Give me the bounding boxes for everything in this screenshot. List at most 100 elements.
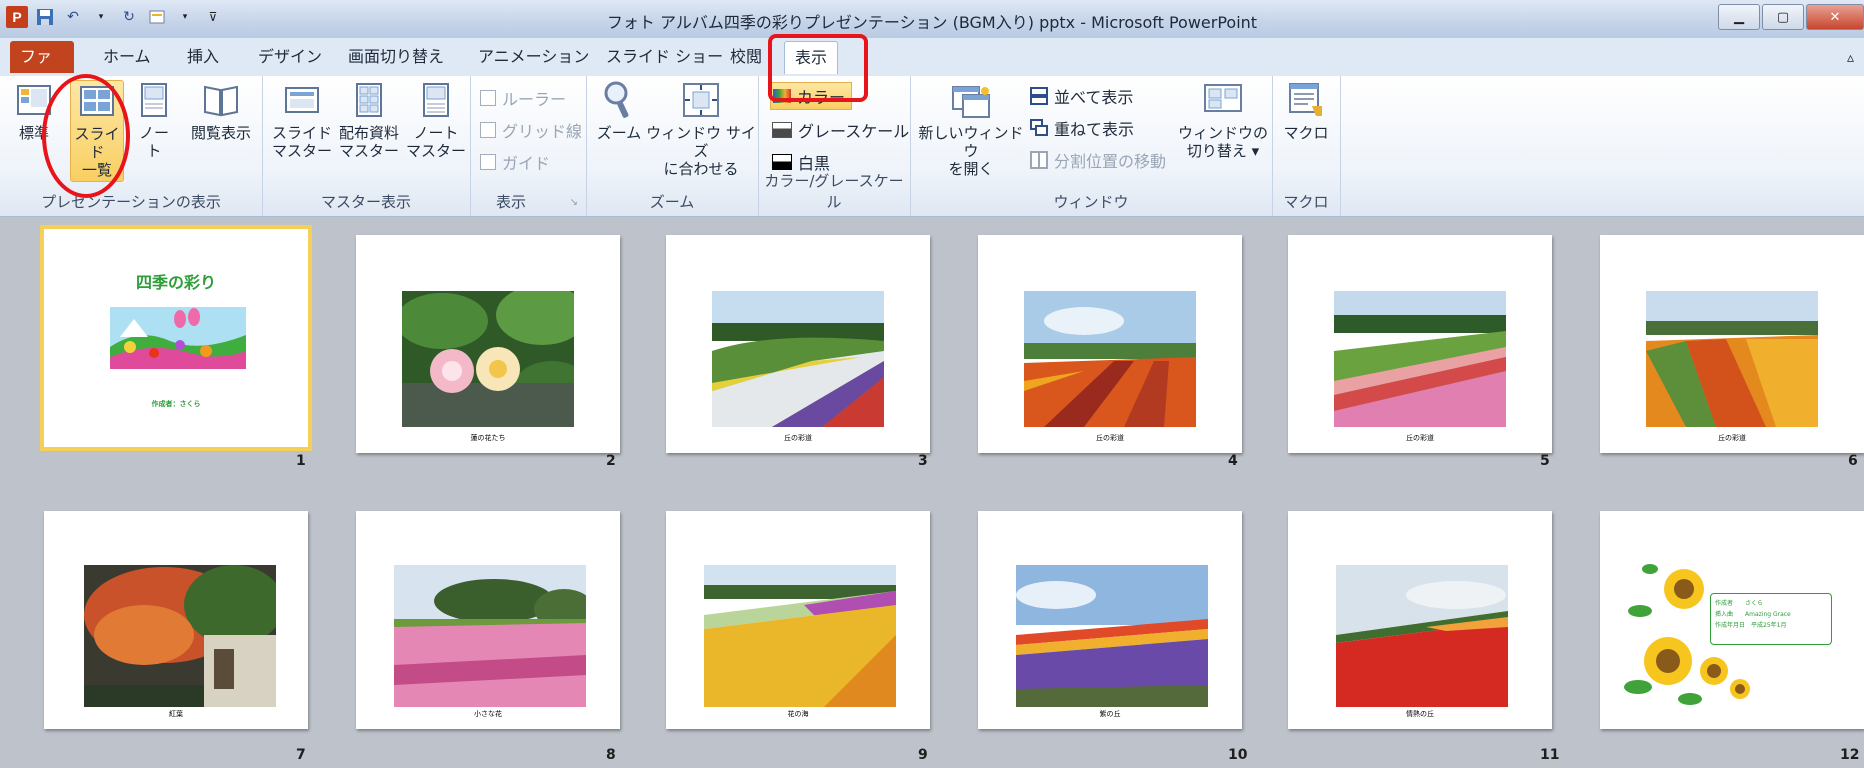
notes-master-button[interactable]: ノート マスター [406, 80, 466, 160]
slide-caption: 丘の彩道 [1718, 434, 1746, 442]
slide-master-label-2: マスター [272, 142, 333, 160]
cascade-icon [1030, 119, 1048, 136]
yellow-flower-field-photo [704, 565, 896, 707]
switch-windows-icon [1203, 80, 1243, 120]
notes-master-label-2: マスター [406, 142, 467, 160]
tab-slideshow[interactable]: スライド ショー [596, 41, 733, 73]
gridlines-check-icon [480, 122, 496, 138]
move-split-label: 分割位置の移動 [1054, 152, 1167, 171]
title-bar: P ↶ ▾ ↻ ▾ ⊽ フォト アルバム四季の彩りプレゼンテーション (BGM入… [0, 0, 1864, 39]
slide-thumbnail-9[interactable]: 花の海 [666, 511, 930, 729]
tab-animations[interactable]: アニメーション [468, 41, 599, 73]
close-button[interactable]: ✕ [1806, 4, 1864, 30]
new-window-label-1: 新しいウィンドウ [918, 124, 1024, 160]
annotation-box-view-tab [768, 34, 868, 102]
flower-field-photo [1024, 291, 1196, 427]
slide-number-5: 5 [1540, 453, 1550, 469]
slide-caption: 情熱の丘 [1406, 710, 1434, 718]
switch-windows-button[interactable]: ウィンドウの 切り替え ▾ [1178, 80, 1268, 160]
group-macros-label: マクロ [1283, 193, 1329, 211]
black-white-icon [772, 154, 792, 170]
slide-thumbnail-4[interactable]: 丘の彩道 [978, 235, 1242, 453]
maximize-button[interactable]: ▢ [1762, 4, 1804, 30]
new-window-label-2: を開く [948, 160, 994, 178]
minimize-button[interactable]: ▁ [1718, 4, 1760, 30]
slide-number-7: 7 [296, 747, 306, 763]
tab-insert[interactable]: 挿入 [177, 41, 229, 73]
fit-to-window-label-1: ウィンドウ サイズ [646, 124, 756, 160]
tab-home[interactable]: ホーム [93, 41, 161, 73]
slide-author-text: 作成者：さくら [151, 400, 201, 408]
gridlines-label: グリッド線 [502, 122, 583, 141]
fit-to-window-label-2: に合わせる [663, 160, 739, 178]
slide-number-1: 1 [296, 453, 306, 469]
handout-master-icon [349, 80, 389, 120]
slide-number-3: 3 [918, 453, 928, 469]
move-split-button[interactable]: 分割位置の移動 [1030, 148, 1166, 172]
zoom-button[interactable]: ズーム [592, 80, 646, 142]
handout-master-label-1: 配布資料 [338, 124, 399, 142]
slide-thumbnail-11[interactable]: 情熱の丘 [1288, 511, 1552, 729]
ruler-check-icon [480, 90, 496, 106]
slide-thumbnail-6[interactable]: 丘の彩道 [1600, 235, 1864, 453]
slide-thumbnail-3[interactable]: 丘の彩道 [666, 235, 930, 453]
tab-file[interactable]: ファイル [10, 41, 74, 98]
group-zoom-label: ズーム [649, 193, 695, 211]
flower-illustration-image [110, 307, 246, 369]
flower-field-photo [1646, 291, 1818, 427]
group-window-label: ウィンドウ [1053, 193, 1129, 211]
group-zoom: ズーム ウィンドウ サイズ に合わせる ズーム [586, 76, 759, 216]
switch-windows-label-2: 切り替え ▾ [1186, 142, 1260, 160]
new-window-button[interactable]: 新しいウィンドウ を開く [916, 80, 1026, 178]
grayscale-button[interactable]: グレースケール [772, 118, 909, 142]
arrange-all-label: 並べて表示 [1054, 88, 1134, 107]
group-presentation-views: 標準 スライド 一覧 ノート 閲覧表示 プレゼンテーションの表示 [0, 76, 263, 216]
slide-thumbnail-1[interactable]: 四季の彩り 作成者：さくら [40, 225, 312, 451]
slide-number-4: 4 [1228, 453, 1238, 469]
handout-master-button[interactable]: 配布資料 マスター [336, 80, 402, 160]
new-window-icon [951, 80, 991, 120]
tab-design[interactable]: デザイン [248, 41, 332, 73]
notes-master-icon [416, 80, 456, 120]
arrange-all-button[interactable]: 並べて表示 [1030, 84, 1133, 108]
notes-page-button[interactable]: ノート [132, 80, 176, 160]
tab-transitions[interactable]: 画面切り替え [338, 41, 454, 73]
ribbon-minimize-icon[interactable]: ▵ [1847, 50, 1854, 66]
guides-check-icon [480, 154, 496, 170]
magnifier-icon [599, 80, 639, 120]
ribbon-view: 標準 スライド 一覧 ノート 閲覧表示 プレゼンテーションの表示 スライド マス… [0, 76, 1864, 217]
macros-icon [1286, 80, 1326, 120]
slide-thumbnail-8[interactable]: 小さな花 [356, 511, 620, 729]
credits-author: 作成者 さくら [1715, 600, 1764, 607]
group-master-views: スライド マスター 配布資料 マスター ノート マスター マスター表示 [262, 76, 471, 216]
group-window: 新しいウィンドウ を開く 並べて表示 重ねて表示 分割位置の移動 ウィンドウの … [910, 76, 1273, 216]
window-controls: ▁ ▢ ✕ [1718, 4, 1864, 30]
group-show-label: 表示 [496, 193, 527, 211]
slide-master-button[interactable]: スライド マスター [272, 80, 332, 160]
slide-thumbnail-12[interactable]: 作成者 さくら 挿入曲 Amazing Grace 作成年月日 平成25年1月 [1600, 511, 1864, 729]
group-color-grayscale-label: カラー/グレースケール [764, 172, 904, 211]
fit-to-window-button[interactable]: ウィンドウ サイズ に合わせる [646, 80, 756, 178]
tab-review[interactable]: 校閲 [720, 41, 772, 73]
slide-thumbnail-7[interactable]: 紅葉 [44, 511, 308, 729]
window-title: フォト アルバム四季の彩りプレゼンテーション (BGM入り) pptx - Mi… [606, 13, 1258, 32]
slide-caption: 丘の彩道 [1406, 434, 1434, 442]
ruler-checkbox[interactable]: ルーラー [480, 86, 566, 110]
grayscale-label: グレースケール [798, 122, 910, 141]
slide-number-2: 2 [606, 453, 616, 469]
slide-number-10: 10 [1228, 747, 1248, 763]
slide-thumbnail-5[interactable]: 丘の彩道 [1288, 235, 1552, 453]
ribbon-tabs: ファイル ホーム 挿入 デザイン 画面切り替え アニメーション スライド ショー… [0, 38, 1864, 98]
show-dialog-launcher-icon[interactable]: ↘ [570, 197, 578, 208]
slide-thumbnail-10[interactable]: 紫の丘 [978, 511, 1242, 729]
switch-windows-label-1: ウィンドウの [1178, 124, 1269, 142]
gridlines-checkbox[interactable]: グリッド線 [480, 118, 582, 142]
cascade-button[interactable]: 重ねて表示 [1030, 116, 1134, 140]
guides-checkbox[interactable]: ガイド [480, 150, 550, 174]
macros-button[interactable]: マクロ [1280, 80, 1332, 142]
slide-number-11: 11 [1540, 747, 1560, 763]
credits-box: 作成者 さくら 挿入曲 Amazing Grace 作成年月日 平成25年1月 [1710, 593, 1832, 645]
reading-view-button[interactable]: 閲覧表示 [184, 80, 258, 142]
slide-thumbnail-2[interactable]: 蓮の花たち [356, 235, 620, 453]
red-flower-field-photo [1336, 565, 1508, 707]
